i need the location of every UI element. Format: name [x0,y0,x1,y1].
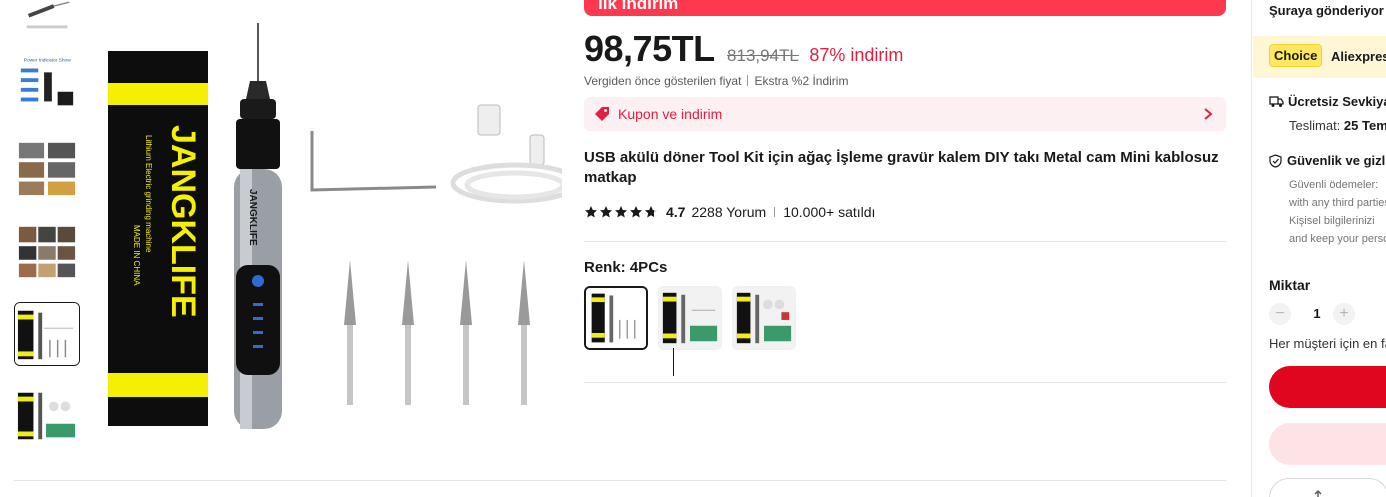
shield-icon [1269,153,1282,168]
box-brand-text: JANGKLIFE [164,125,202,318]
extra-discount: Ekstra %2 İndirim [754,74,849,88]
variant-option-3[interactable] [732,286,796,350]
box-made-in: MADE IN CHINA [132,225,141,286]
separator [747,75,749,86]
divider [584,382,1226,383]
free-shipping-label: Ücretsiz Sevkiyat [1288,94,1386,109]
price-row: 98,75TL 813,94TL 87% indirim [584,28,903,70]
star-rating [584,205,658,219]
variant-option-2[interactable] [658,286,722,350]
text-cursor [673,348,674,376]
separator [774,207,776,217]
security-line: Kişisel bilgilerinizi [1289,215,1375,227]
delivery-row: Teslimat: 25 Temmuz [1289,118,1386,133]
choice-text: Aliexpress [1331,49,1386,64]
thumbnail-3[interactable] [14,136,80,200]
coupon-bar[interactable]: Kupon ve indirim [584,97,1226,131]
quantity-label: Miktar [1269,277,1311,293]
security-line: with any third parties [1289,197,1386,209]
discount-percent: 87% indirim [809,45,904,65]
original-price: 813,94TL [727,46,799,65]
sold-count: 10.000+ satıldı [783,204,876,220]
share-button[interactable] [1269,478,1386,497]
variant-option-4pcs[interactable] [584,286,648,350]
box-subtitle: Lithium Electric grinding machine [144,135,153,253]
delivery-label: Teslimat: [1289,118,1341,133]
rating-value: 4.7 [666,204,686,220]
security-title: Güvenlik ve gizlilik [1287,153,1386,168]
star-icon [600,206,612,218]
variant-label: Renk: 4PCs [584,259,668,276]
main-product-image[interactable]: JANGKLIFE Lithium Electric grinding mach… [100,15,562,435]
purchase-panel: Şuraya gönderiyor Choice Aliexpress Ücre… [1251,0,1386,497]
purchase-limit-note: Her müşteri için en fazla [1269,336,1386,351]
pen-brand-text: JANGKLIFE [247,189,258,246]
divider [584,241,1226,242]
add-to-cart-button[interactable] [1269,423,1386,465]
thumb-caption: Power Indicator Show [24,58,71,64]
quantity-stepper: − 1 + [1269,303,1386,325]
star-icon [585,206,597,218]
choice-badge: Choice [1269,44,1323,67]
star-half-icon [645,206,657,218]
thumbnail-5-active[interactable] [14,302,80,366]
coupon-label: Kupon ve indirim [618,106,723,122]
share-icon [1314,490,1322,497]
security-line: Güvenli ödemeler: [1289,179,1379,191]
buy-now-button[interactable] [1269,366,1386,408]
quantity-increase-button[interactable]: + [1333,303,1355,325]
security-line: and keep your personal [1289,233,1386,245]
security-row[interactable]: Güvenlik ve gizlilik [1269,153,1386,168]
section-divider [14,480,1226,481]
ship-to-label[interactable]: Şuraya gönderiyor [1269,3,1384,18]
review-count[interactable]: 2288 Yorum [691,204,766,220]
current-price: 98,75TL [584,28,715,69]
thumbnail-2[interactable]: Power Indicator Show [14,52,80,116]
product-box: JANGKLIFE Lithium Electric grinding mach… [108,51,208,426]
rating-row[interactable]: 4.7 2288 Yorum 10.000+ satıldı [584,203,875,221]
delivery-date: 25 Temmuz [1343,118,1386,133]
tax-note-row: Vergiden önce gösterilen fiyat Ekstra %2 … [584,74,848,88]
choice-bar[interactable]: Choice Aliexpress [1253,36,1386,78]
quantity-value[interactable]: 1 [1309,306,1325,321]
truck-icon [1269,96,1284,107]
chevron-right-icon [1204,108,1213,120]
security-details: Güvenli ödemeler: with any third parties… [1289,176,1386,248]
free-shipping-row[interactable]: Ücretsiz Sevkiyat [1269,94,1386,109]
tag-icon [595,107,609,121]
thumbnail-4[interactable] [14,220,80,284]
first-discount-banner: İlk indirim [584,0,1226,16]
product-title: USB akülü döner Tool Kit için ağaç İşlem… [584,149,1219,186]
thumbnail-6[interactable] [14,384,80,448]
tax-note: Vergiden önce gösterilen fiyat [584,74,742,88]
thumbnail-1[interactable] [14,0,80,40]
star-icon [630,206,642,218]
star-icon [615,206,627,218]
quantity-decrease-button[interactable]: − [1269,303,1291,325]
